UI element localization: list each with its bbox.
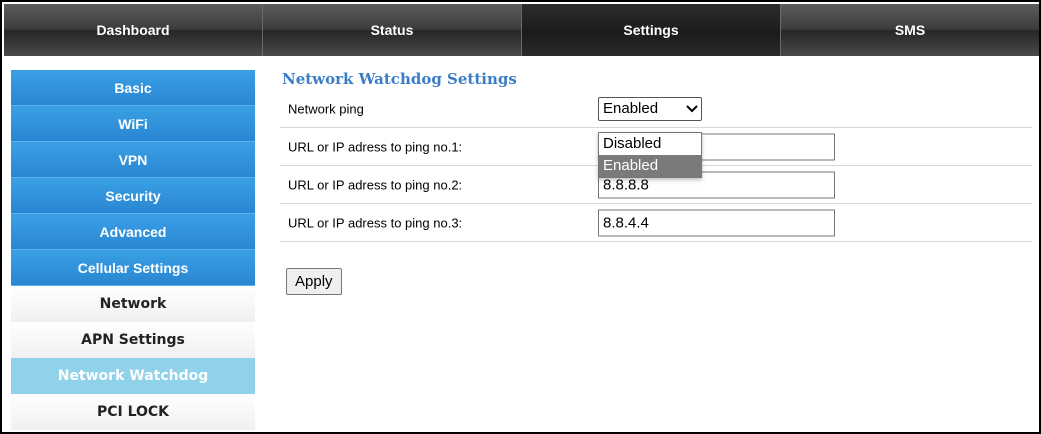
sidebar-item-vpn[interactable]: VPN xyxy=(11,142,255,178)
url2-label: URL or IP adress to ping no.2: xyxy=(288,177,463,192)
sidebar-item-basic[interactable]: Basic xyxy=(11,70,255,106)
network-ping-label: Network ping xyxy=(288,101,364,116)
network-ping-value: Enabled xyxy=(603,100,659,117)
tab-settings[interactable]: Settings xyxy=(522,4,781,56)
dropdown-option-enabled[interactable]: Enabled xyxy=(599,155,701,177)
sidebar-item-pci-lock[interactable]: PCI LOCK xyxy=(11,394,255,430)
tab-dashboard[interactable]: Dashboard xyxy=(4,4,263,56)
sidebar: Basic WiFi VPN Security Advanced Cellula… xyxy=(11,70,255,430)
top-navigation: Dashboard Status Settings SMS xyxy=(4,4,1039,56)
sidebar-item-security[interactable]: Security xyxy=(11,178,255,214)
sidebar-item-advanced[interactable]: Advanced xyxy=(11,214,255,250)
sidebar-item-apn-settings[interactable]: APN Settings xyxy=(11,322,255,358)
dropdown-option-disabled[interactable]: Disabled xyxy=(599,133,701,155)
network-ping-row: Network ping Enabled xyxy=(280,90,1032,128)
page-title: Network Watchdog Settings xyxy=(282,70,517,88)
url3-input[interactable] xyxy=(598,209,835,236)
sidebar-item-network-watchdog[interactable]: Network Watchdog xyxy=(11,358,255,394)
network-ping-dropdown: Disabled Enabled xyxy=(598,132,702,178)
tab-status[interactable]: Status xyxy=(263,4,522,56)
url3-label: URL or IP adress to ping no.3: xyxy=(288,215,463,230)
url3-row: URL or IP adress to ping no.3: xyxy=(280,204,1032,242)
tab-sms[interactable]: SMS xyxy=(781,4,1039,56)
sidebar-item-wifi[interactable]: WiFi xyxy=(11,106,255,142)
network-ping-select[interactable]: Enabled xyxy=(598,96,702,121)
apply-button[interactable]: Apply xyxy=(286,268,342,295)
sidebar-item-cellular-settings[interactable]: Cellular Settings xyxy=(11,250,255,286)
chevron-down-icon xyxy=(683,97,701,121)
sidebar-item-network[interactable]: Network xyxy=(11,286,255,322)
url1-label: URL or IP adress to ping no.1: xyxy=(288,139,463,154)
app-window: Dashboard Status Settings SMS Basic WiFi… xyxy=(0,0,1041,434)
